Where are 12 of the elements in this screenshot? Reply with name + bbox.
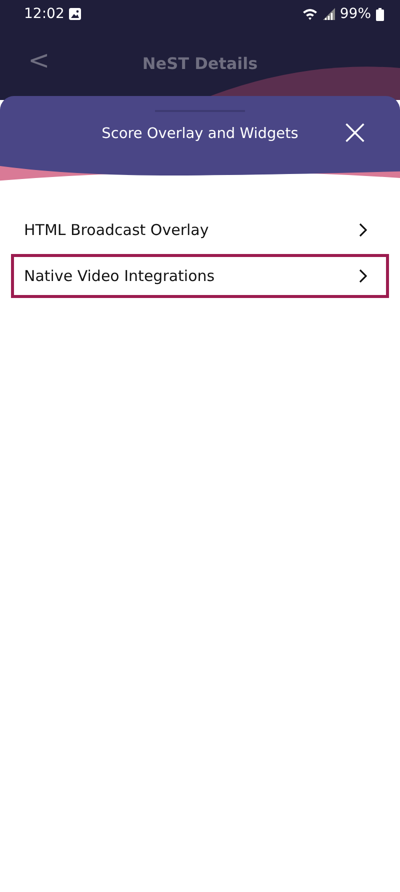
close-button[interactable]: × — [340, 118, 370, 148]
chevron-right-icon — [359, 223, 367, 237]
battery-icon — [376, 8, 384, 20]
status-time: 12:02 — [24, 6, 64, 22]
signal-icon — [322, 8, 335, 20]
wifi-icon — [302, 8, 318, 20]
menu-item[interactable]: Native Video Integrations — [11, 254, 389, 298]
page-title: NeST Details — [142, 54, 258, 72]
battery-percent: 99% — [340, 6, 371, 22]
sheet-title: Score Overlay and Widgets — [102, 126, 298, 142]
image-icon — [69, 8, 82, 20]
chevron-right-icon — [359, 269, 367, 283]
